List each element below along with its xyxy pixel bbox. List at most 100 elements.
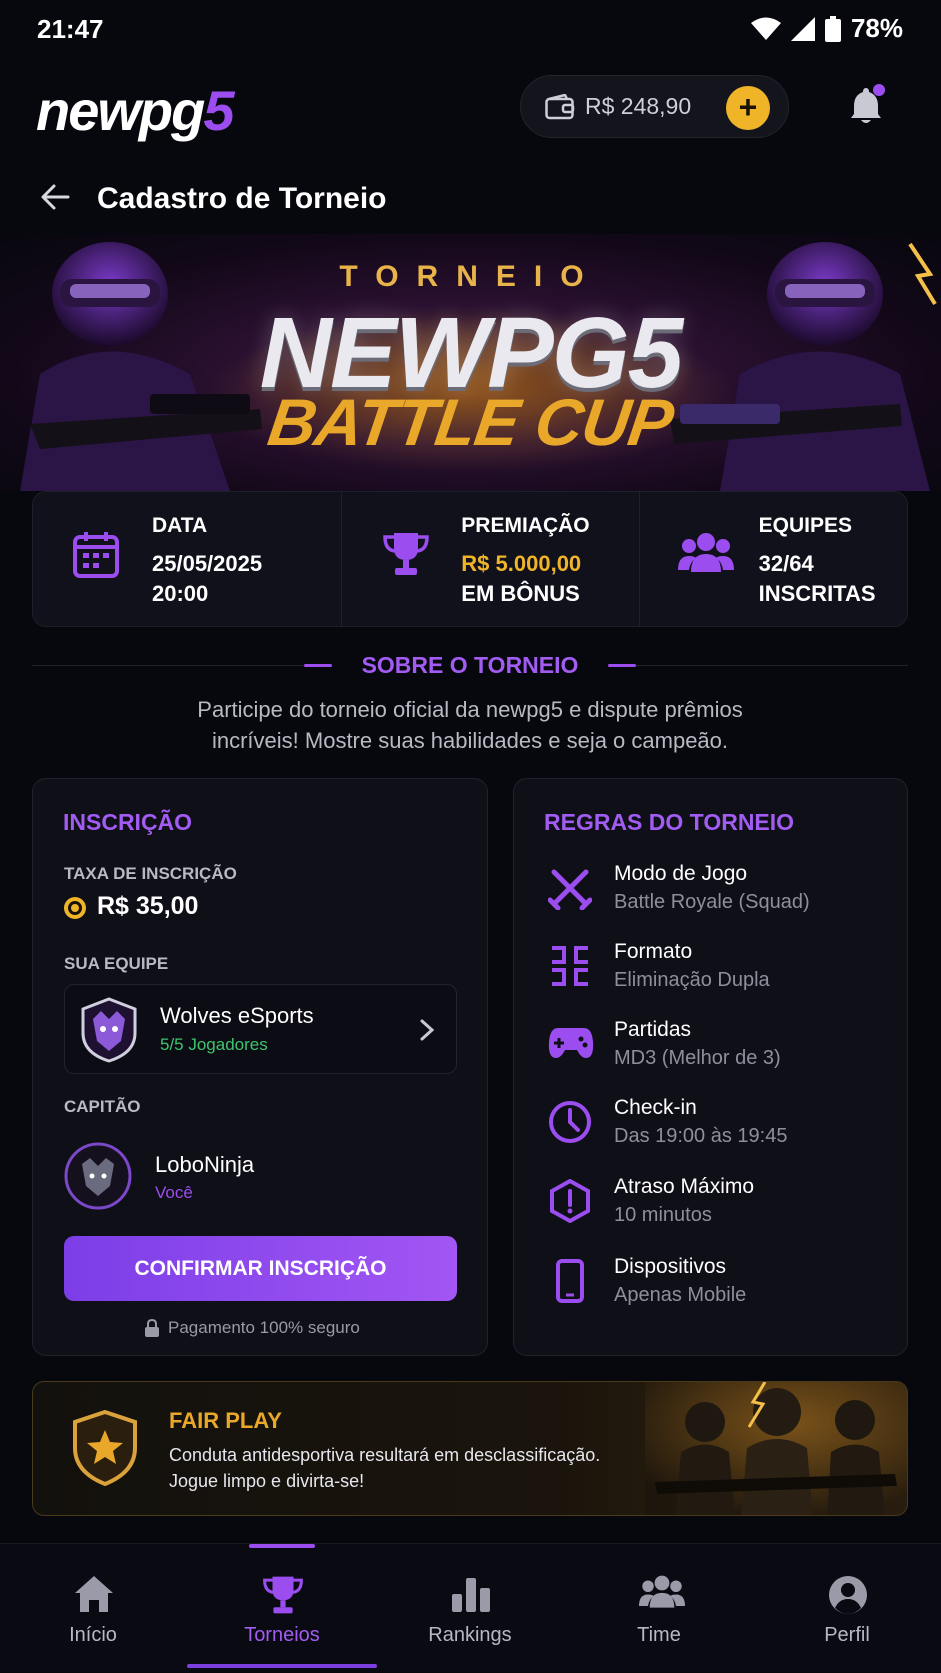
rule-format-value: Eliminação Dupla xyxy=(614,969,770,991)
team-name: Wolves eSports xyxy=(160,1003,314,1028)
rule-max-delay: Atraso Máximo 10 minutos xyxy=(544,1175,884,1235)
nav-team-label: Time xyxy=(637,1624,681,1646)
wallet-balance[interactable]: R$ 248,90 + xyxy=(520,75,789,138)
phone-icon xyxy=(556,1259,584,1303)
gamepad-icon xyxy=(548,1028,594,1058)
about-title: SOBRE O TORNEIO xyxy=(361,652,579,678)
rule-devices-title: Dispositivos xyxy=(614,1255,727,1278)
app-logo[interactable]: newpg5 xyxy=(36,78,234,143)
stat-date-time: 20:00 xyxy=(152,581,209,606)
rule-format: Formato Eliminação Dupla xyxy=(544,940,884,1000)
logo-text: newpg xyxy=(36,79,205,142)
nav-tournaments-label: Torneios xyxy=(244,1624,320,1646)
nav-rankings[interactable]: Rankings xyxy=(410,1544,530,1673)
about-description-line1: Participe do torneio oficial da newpg5 e… xyxy=(197,697,743,722)
trophy-icon xyxy=(383,533,430,575)
about-description: Participe do torneio oficial da newpg5 e… xyxy=(32,694,908,756)
users-icon xyxy=(639,1575,685,1608)
bottom-navigation: Início Torneios Rankings Time Perfil xyxy=(0,1543,941,1672)
status-time: 21:47 xyxy=(37,14,104,44)
rule-matches-value: MD3 (Melhor de 3) xyxy=(614,1047,781,1069)
stat-teams-label: EQUIPES xyxy=(758,514,852,537)
squad-image xyxy=(645,1382,907,1515)
captain-tag: Você xyxy=(155,1183,193,1202)
logo-accent: 5 xyxy=(203,79,234,142)
nav-profile[interactable]: Perfil xyxy=(787,1544,907,1673)
profile-icon xyxy=(829,1576,867,1614)
app-header: newpg5 R$ 248,90 + xyxy=(0,62,941,157)
rule-max-delay-title: Atraso Máximo xyxy=(614,1175,755,1198)
about-description-line2: incríveis! Mostre suas habilidades e sej… xyxy=(211,728,729,753)
bracket-icon xyxy=(552,946,588,986)
stat-date-label: DATA xyxy=(152,514,208,537)
nav-profile-label: Perfil xyxy=(824,1624,870,1646)
bell-icon xyxy=(851,84,885,123)
calendar-icon xyxy=(73,532,119,578)
fair-play-banner: FAIR PLAY Conduta antidesportiva resulta… xyxy=(32,1381,908,1516)
rule-game-mode: Modo de Jogo Battle Royale (Squad) xyxy=(544,862,884,922)
team-players: 5/5 Jogadores xyxy=(160,1035,268,1054)
clock-icon xyxy=(549,1101,591,1143)
fee-value: R$ 35,00 xyxy=(97,892,199,920)
captain-name: LoboNinja xyxy=(155,1152,255,1177)
stat-teams-detail: INSCRITAS xyxy=(758,581,876,606)
battery-level: 78% xyxy=(850,13,903,43)
rule-max-delay-value: 10 minutos xyxy=(614,1204,712,1226)
stat-prize-label: PREMIAÇÃO xyxy=(461,514,590,537)
home-icon xyxy=(75,1576,113,1612)
balance-value: R$ 248,90 xyxy=(585,93,692,119)
rule-matches: Partidas MD3 (Melhor de 3) xyxy=(544,1018,884,1078)
nav-tournaments[interactable]: Torneios xyxy=(222,1544,342,1673)
users-icon xyxy=(677,533,734,572)
wallet-icon xyxy=(545,93,575,119)
tournament-stats: DATA 25/05/2025 20:00 PREMIAÇÃO R$ 5.000… xyxy=(32,491,908,627)
team-logo-icon xyxy=(81,997,137,1063)
fair-play-title: FAIR PLAY xyxy=(169,1408,282,1433)
chevron-right-icon xyxy=(420,1019,435,1041)
rules-card: REGRAS DO TORNEIO Modo de Jogo Battle Ro… xyxy=(513,778,908,1356)
confirm-registration-button[interactable]: CONFIRMAR INSCRIÇÃO xyxy=(64,1236,457,1301)
rule-checkin-value: Das 19:00 às 19:45 xyxy=(614,1125,788,1147)
registration-title: INSCRIÇÃO xyxy=(63,809,193,835)
stat-date: DATA 25/05/2025 20:00 xyxy=(33,492,343,626)
lock-icon xyxy=(145,1319,159,1337)
home-indicator xyxy=(187,1664,377,1668)
alert-icon xyxy=(550,1179,590,1223)
fair-play-line1: Conduta antidesportiva resultará em desc… xyxy=(169,1445,601,1465)
team-label: SUA EQUIPE xyxy=(64,954,169,973)
team-selector[interactable]: Wolves eSports 5/5 Jogadores xyxy=(64,984,457,1074)
add-funds-button[interactable]: + xyxy=(726,86,770,130)
fair-play-line2: Jogue limpo e divirta-se! xyxy=(169,1471,365,1491)
rule-checkin-title: Check-in xyxy=(614,1096,697,1119)
stat-teams-value: 32/64 xyxy=(758,551,814,576)
back-button[interactable] xyxy=(38,180,72,219)
stat-prize-value: R$ 5.000,00 xyxy=(461,551,582,576)
signal-icon xyxy=(790,16,815,41)
rule-devices: Dispositivos Apenas Mobile xyxy=(544,1255,884,1315)
stat-prize: PREMIAÇÃO R$ 5.000,00 EM BÔNUS xyxy=(342,492,640,626)
nav-rankings-label: Rankings xyxy=(428,1624,512,1646)
crossed-swords-icon xyxy=(548,869,592,910)
battery-icon xyxy=(824,15,841,42)
rule-devices-value: Apenas Mobile xyxy=(614,1284,747,1306)
arrow-left-icon xyxy=(41,184,70,210)
rule-checkin: Check-in Das 19:00 às 19:45 xyxy=(544,1096,884,1156)
notifications-button[interactable] xyxy=(845,84,889,133)
banner-subtitle: TORNEIO xyxy=(339,260,602,293)
rule-game-mode-value: Battle Royale (Squad) xyxy=(614,891,810,913)
captain-label: CAPITÃO xyxy=(64,1097,141,1116)
nav-home[interactable]: Início xyxy=(33,1544,153,1673)
fair-play-description: Conduta antidesportiva resultará em desc… xyxy=(169,1442,600,1494)
stat-date-value: 25/05/2025 xyxy=(152,551,263,576)
nav-home-label: Início xyxy=(69,1624,117,1646)
fee-label: TAXA DE INSCRIÇÃO xyxy=(64,864,237,883)
rule-game-mode-title: Modo de Jogo xyxy=(614,862,748,885)
secure-payment-text: Pagamento 100% seguro xyxy=(168,1318,360,1337)
trophy-icon xyxy=(263,1576,303,1614)
nav-team[interactable]: Time xyxy=(599,1544,719,1673)
stat-prize-detail: EM BÔNUS xyxy=(461,581,580,606)
shield-star-icon xyxy=(73,1410,137,1486)
stat-teams: EQUIPES 32/64 INSCRITAS xyxy=(640,492,907,626)
rules-title: REGRAS DO TORNEIO xyxy=(544,809,795,835)
rule-matches-title: Partidas xyxy=(614,1018,692,1041)
